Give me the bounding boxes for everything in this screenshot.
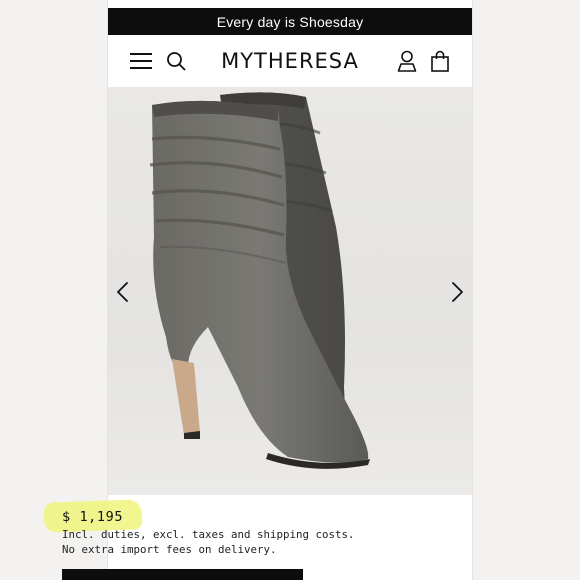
duties-note: Incl. duties, excl. taxes and shipping c… xyxy=(62,528,355,541)
promo-text: Every day is Shoesday xyxy=(216,13,364,30)
add-to-bag-button[interactable] xyxy=(62,569,303,580)
product-price: $ 1,195 xyxy=(62,509,124,525)
product-image-gallery[interactable] xyxy=(108,87,472,495)
promo-banner[interactable]: Every day is Shoesday xyxy=(108,8,472,35)
import-fees-note: No extra import fees on delivery. xyxy=(62,543,277,556)
chevron-right-icon[interactable] xyxy=(448,280,466,304)
brand-logo[interactable]: MYTHERESA xyxy=(108,49,472,73)
product-image xyxy=(149,92,370,469)
mobile-page: Every day is Shoesday MYTHERESA xyxy=(108,0,472,580)
account-icon[interactable] xyxy=(397,50,417,72)
shopping-bag-icon[interactable] xyxy=(430,50,450,72)
site-header: MYTHERESA xyxy=(108,35,472,87)
chevron-left-icon[interactable] xyxy=(114,280,132,304)
